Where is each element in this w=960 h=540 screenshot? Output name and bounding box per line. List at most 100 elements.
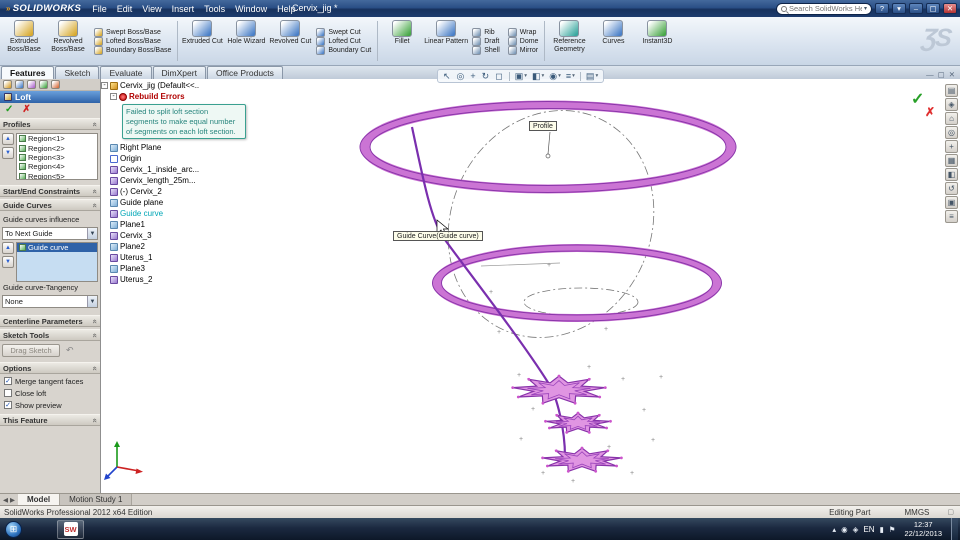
help-button[interactable]: ?	[875, 3, 889, 14]
maximize-button[interactable]: ▢	[926, 3, 940, 14]
tab-scroll-button[interactable]: ◀	[3, 496, 8, 504]
task-pane-button[interactable]: ◈	[945, 98, 958, 111]
start-button[interactable]: ⊞	[5, 520, 22, 538]
tree-item[interactable]: Plane1	[110, 219, 271, 230]
option-row[interactable]: Merge tangent faces	[2, 375, 98, 387]
dropdown-arrow-icon[interactable]: ▼	[87, 296, 97, 307]
dropdown-caret-icon[interactable]: ▾	[595, 73, 598, 79]
view-tool-button[interactable]: ◻	[493, 71, 505, 82]
sketch-tools-section-header[interactable]: Sketch Tools «	[0, 329, 100, 341]
checkbox[interactable]	[4, 377, 12, 385]
tree-item[interactable]: Plane3	[110, 263, 271, 274]
language-indicator[interactable]: EN	[863, 525, 874, 534]
task-pane-button[interactable]: +	[945, 140, 958, 153]
ribbon-button[interactable]: Lofted Boss/Base	[94, 36, 171, 46]
dropdown-caret-icon[interactable]: ▾	[572, 73, 575, 79]
checkbox[interactable]	[4, 389, 12, 397]
task-pane-button[interactable]: ▦	[945, 154, 958, 167]
confirm-cancel-button[interactable]: ✗	[925, 105, 935, 119]
ribbon-button[interactable]: Hole Wizard	[224, 18, 268, 64]
ribbon-button[interactable]: Lofted Cut	[316, 36, 371, 46]
centerline-section-header[interactable]: Centerline Parameters «	[0, 315, 100, 327]
tree-item[interactable]: Uterus_1	[110, 252, 271, 263]
command-tab[interactable]: Evaluate	[100, 66, 152, 79]
taskbar-app-solidworks[interactable]: SW	[57, 519, 84, 539]
dropdown-caret-icon[interactable]: ▾	[524, 73, 527, 79]
move-up-button[interactable]: ▲	[2, 242, 14, 254]
profile-item[interactable]: Region<3>	[17, 153, 97, 162]
ribbon-button[interactable]: Curves	[591, 18, 635, 64]
menu-item[interactable]: View	[137, 4, 166, 14]
tree-item[interactable]: Cervix_length_25m...	[110, 175, 271, 186]
tree-item[interactable]: (-) Cervix_2	[110, 186, 271, 197]
view-tool-button[interactable]: ◉ ▾	[547, 71, 563, 82]
ribbon-button[interactable]: Draft	[472, 36, 500, 46]
guide-tangency-dropdown[interactable]: None ▼	[2, 295, 98, 308]
expand-icon[interactable]: -	[101, 82, 108, 89]
command-tab[interactable]: Sketch	[55, 66, 100, 79]
profile-item[interactable]: Region<5>	[17, 172, 97, 179]
options-section-header[interactable]: Options «	[0, 362, 100, 374]
view-tool-button[interactable]: +	[468, 71, 478, 81]
task-pane-button[interactable]: ▣	[945, 196, 958, 209]
document-tab[interactable]: Motion Study 1	[60, 494, 133, 505]
panel-tab-icon[interactable]	[39, 80, 48, 89]
command-tab[interactable]: Features	[1, 66, 55, 79]
doc-window-button[interactable]: ✕	[949, 70, 955, 79]
menu-item[interactable]: Tools	[199, 4, 230, 14]
menu-item[interactable]: File	[87, 4, 112, 14]
profile-item[interactable]: Region<4>	[17, 162, 97, 171]
ribbon-button[interactable]: Linear Pattern	[424, 18, 468, 64]
tray-icon[interactable]: ▴	[832, 525, 836, 534]
tree-item[interactable]: Origin	[110, 153, 271, 164]
ribbon-button[interactable]: Extruded Boss/Base	[2, 18, 46, 64]
clock[interactable]: 12:37 22/12/2013	[900, 520, 946, 539]
profile-item[interactable]: Region<2>	[17, 143, 97, 153]
profiles-section-header[interactable]: Profiles «	[0, 118, 100, 130]
ribbon-button[interactable]: Fillet	[380, 18, 424, 64]
ribbon-button[interactable]: Revolved Boss/Base	[46, 18, 90, 64]
view-tool-button[interactable]: ↻	[480, 71, 493, 82]
move-down-button[interactable]: ▼	[2, 147, 14, 159]
tree-item[interactable]: Right Plane	[110, 142, 271, 153]
ribbon-button[interactable]: Dome	[507, 36, 538, 46]
search-input[interactable]	[789, 4, 862, 13]
dropdown-arrow-icon[interactable]: ▼	[87, 228, 97, 239]
option-row[interactable]: Close loft	[2, 387, 98, 399]
this-feature-section-header[interactable]: This Feature «	[0, 414, 100, 426]
view-tool-button[interactable]: ▣ ▾	[513, 71, 529, 82]
ribbon-button[interactable]: Reference Geometry	[547, 18, 591, 64]
guide-curves-list[interactable]: Guide curve	[16, 242, 98, 282]
command-tab[interactable]: Office Products	[206, 66, 283, 79]
guide-curve-item[interactable]: Guide curve	[17, 243, 97, 253]
graphics-viewport[interactable]: + + + + + + + + + + + + + + + + - Cervix_jig (Default<<…	[101, 79, 960, 493]
tray-icon[interactable]: ⚑	[889, 525, 896, 534]
tree-item[interactable]: Guide curve	[110, 208, 271, 219]
view-tool-button[interactable]: ≡ ▾	[564, 71, 577, 81]
ribbon-button[interactable]: Instant3D	[635, 18, 679, 64]
view-tool-button[interactable]: ◎	[455, 71, 468, 82]
close-button[interactable]: ✕	[943, 3, 957, 14]
expand-icon[interactable]: -	[110, 93, 117, 100]
ribbon-button[interactable]: Rib	[472, 27, 500, 37]
search-scope-caret-icon[interactable]: ▾	[864, 5, 867, 12]
view-tool-button[interactable]: ↖	[441, 71, 454, 82]
ribbon-button[interactable]: Extruded Cut	[180, 18, 224, 64]
checkbox[interactable]	[4, 401, 12, 409]
option-row[interactable]: Show preview	[2, 399, 98, 411]
guide-curves-section-header[interactable]: Guide Curves «	[0, 199, 100, 211]
help-caret-icon[interactable]: ▾	[892, 3, 906, 14]
tab-scroll-button[interactable]: ▶	[10, 496, 15, 504]
command-tab[interactable]: DimXpert	[152, 66, 206, 79]
doc-window-button[interactable]: ▢	[938, 70, 945, 79]
menu-item[interactable]: Insert	[167, 4, 200, 14]
view-tool-button[interactable]: ▤ ▾	[584, 71, 600, 82]
ok-button[interactable]: ✓	[5, 104, 13, 115]
ribbon-button[interactable]: Swept Boss/Base	[94, 27, 171, 37]
panel-tab-icon[interactable]	[27, 80, 36, 89]
tree-item[interactable]: Cervix_1_inside_arc...	[110, 164, 271, 175]
undo-icon[interactable]: ↶	[66, 345, 74, 356]
task-pane-button[interactable]: ≡	[945, 210, 958, 223]
minimize-button[interactable]: –	[909, 3, 923, 14]
panel-tab-icon[interactable]	[3, 80, 12, 89]
